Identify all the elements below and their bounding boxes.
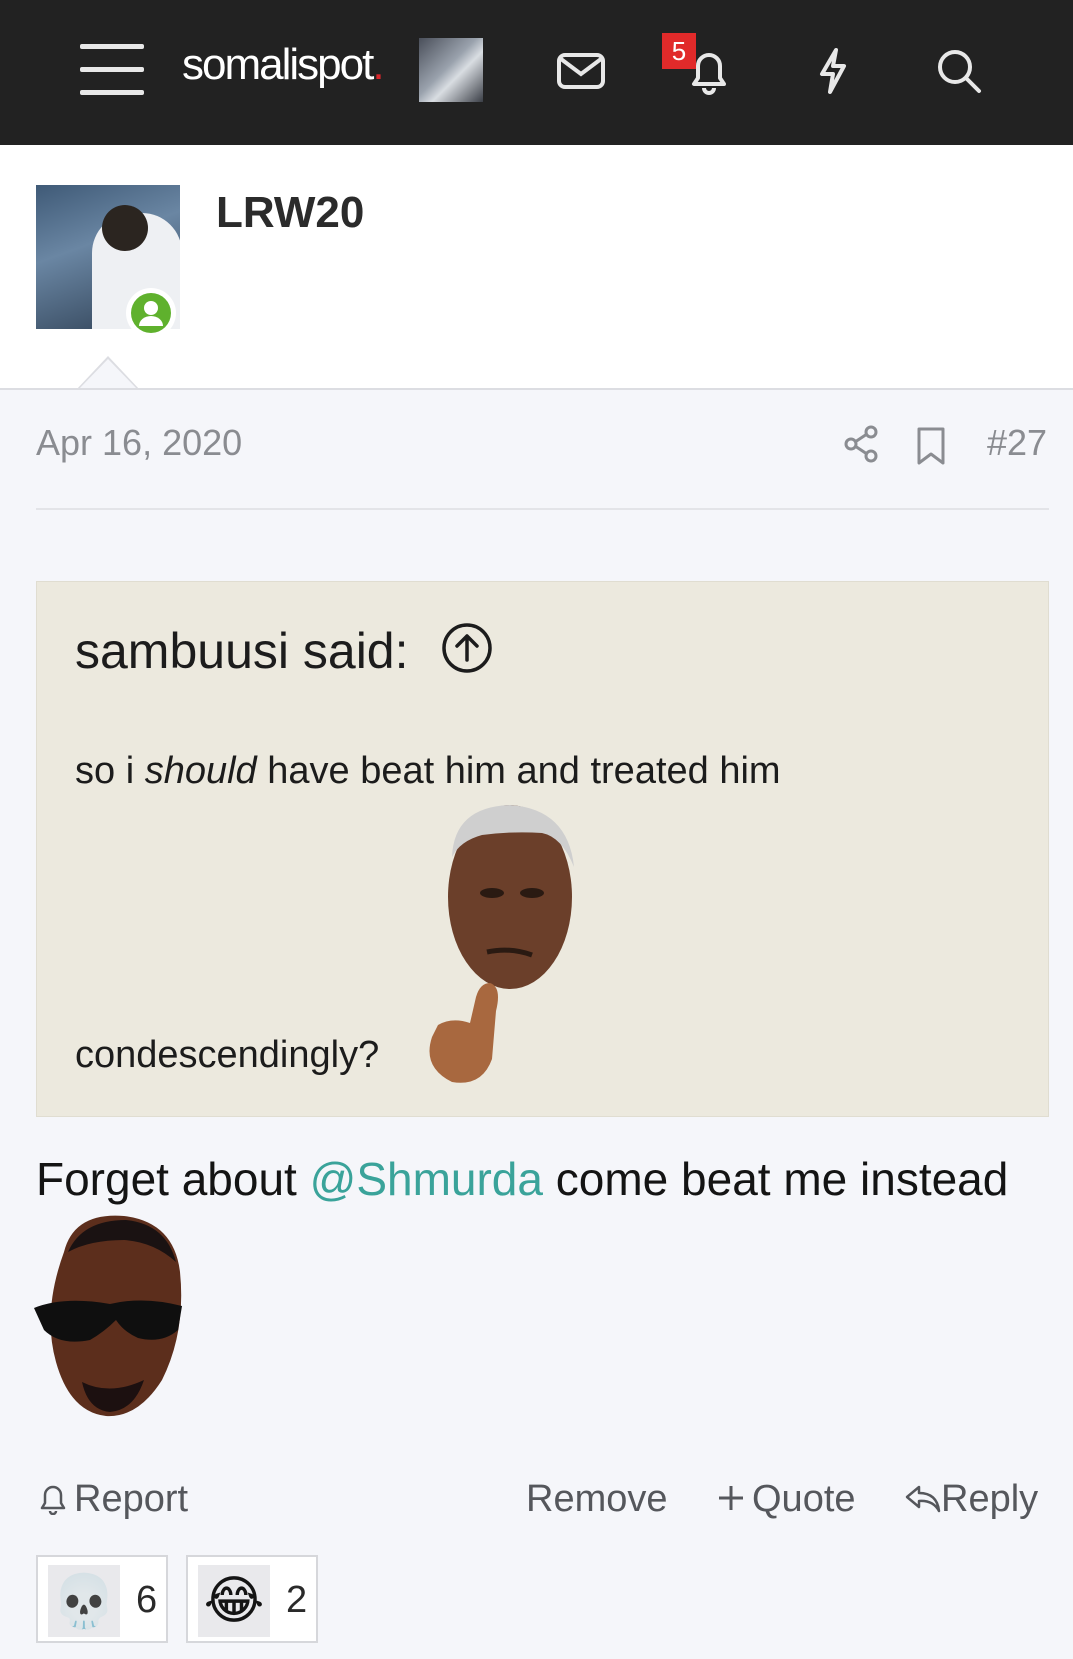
reaction-skull[interactable]: 💀 6 (36, 1555, 168, 1643)
section-divider (0, 388, 1073, 390)
post-number-link[interactable]: #27 (987, 422, 1047, 464)
quote-button[interactable]: Quote (714, 1478, 856, 1521)
skull-icon: 💀 (48, 1565, 120, 1637)
reply-button[interactable]: Reply (903, 1478, 1038, 1521)
reaction-count: 2 (286, 1579, 308, 1621)
meta-divider (36, 508, 1049, 510)
reaction-count: 6 (136, 1579, 158, 1621)
quote-block: sambuusi said: so i should have beat him… (36, 581, 1049, 1117)
online-status-icon (126, 288, 176, 338)
bolt-icon[interactable] (806, 44, 860, 98)
sunglasses-face-sticker (34, 1215, 182, 1417)
quote-text-line: so i should have beat him and treated hi… (75, 750, 781, 792)
post-message: Forget about @Shmurda come beat me inste… (36, 1153, 1009, 1205)
quote-author[interactable]: sambuusi said: (75, 622, 409, 680)
remove-button[interactable]: Remove (526, 1478, 668, 1521)
author-username[interactable]: LRW20 (216, 188, 364, 238)
share-icon[interactable] (842, 424, 880, 464)
reply-arrow-icon (903, 1481, 941, 1515)
bookmark-icon[interactable] (914, 426, 948, 466)
plus-icon (714, 1481, 748, 1515)
laughing-face-icon: 😂 (198, 1565, 270, 1637)
reaction-laughing[interactable]: 😂 2 (186, 1555, 318, 1643)
notification-badge: 5 (662, 33, 696, 69)
account-avatar[interactable] (419, 38, 483, 102)
user-mention-link[interactable]: @Shmurda (310, 1153, 543, 1205)
post-date[interactable]: Apr 16, 2020 (36, 422, 242, 464)
site-logo[interactable]: somalispot. (182, 40, 385, 90)
bell-outline-icon (36, 1481, 70, 1516)
quote-text-line: condescendingly? (75, 1034, 380, 1076)
search-icon[interactable] (932, 44, 986, 98)
thinking-face-sticker (429, 805, 574, 1083)
top-navbar: somalispot. 5 (0, 0, 1073, 145)
arrow-up-circle-icon[interactable] (441, 622, 493, 674)
report-button[interactable]: Report (36, 1478, 188, 1521)
menu-icon[interactable] (80, 44, 144, 96)
post-author-panel: LRW20 (0, 145, 1073, 389)
envelope-icon[interactable] (554, 44, 608, 98)
